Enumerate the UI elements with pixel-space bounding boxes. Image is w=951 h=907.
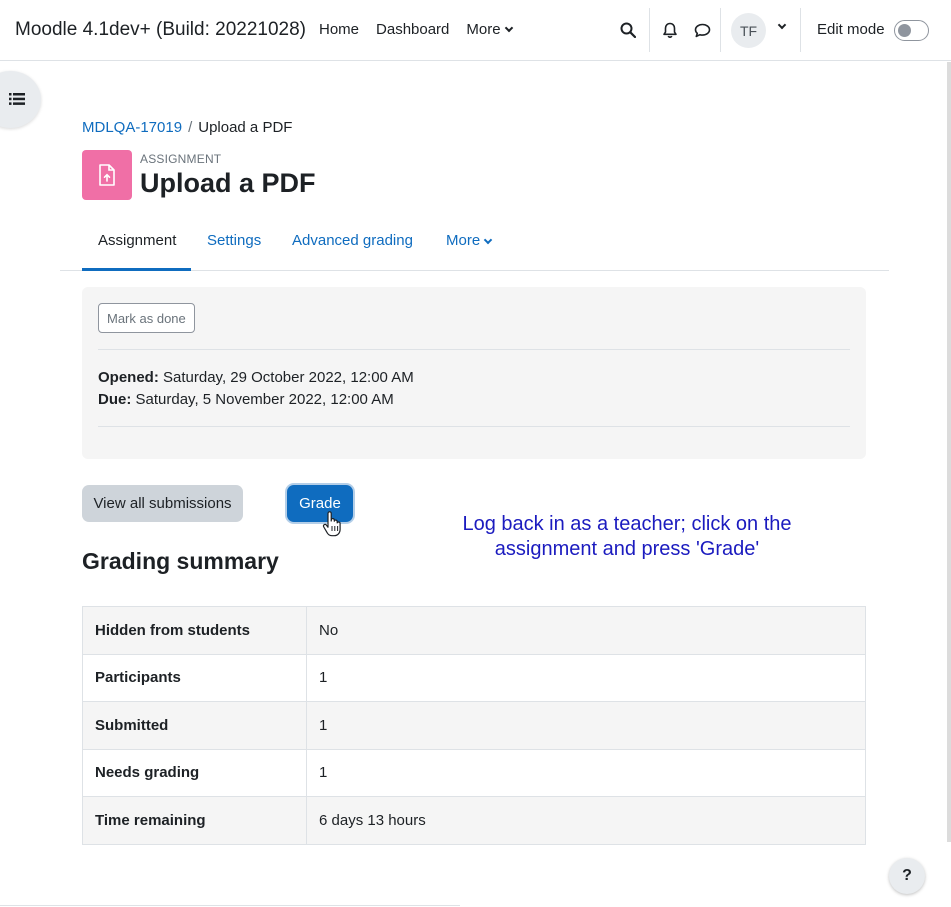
nav-more-menu[interactable]: More [466,21,513,38]
tab-label: Assignment [98,232,177,249]
navbar-divider [649,8,650,52]
row-label: Needs grading [82,748,307,797]
chevron-down-icon [504,23,513,32]
opened-label: Opened: [98,369,159,386]
tab-label: Advanced grading [292,232,413,249]
activity-information: Mark as done Opened: Saturday, 29 Octobe… [82,287,866,459]
assignment-icon [82,150,132,200]
navbar-divider [800,8,801,52]
navbar-divider [720,8,721,52]
due-value: Saturday, 5 November 2022, 12:00 AM [135,391,394,408]
due-date: Due: Saturday, 5 November 2022, 12:00 AM [98,391,394,408]
table-row: Submitted 1 [82,701,866,750]
row-label: Time remaining [82,796,307,845]
tab-label: Settings [207,232,262,249]
course-index-drawer-button[interactable] [0,71,41,128]
tutorial-annotation: Log back in as a teacher; click on the a… [462,513,792,560]
view-all-submissions-button[interactable]: View all submissions [82,485,243,522]
nav-more-label: More [466,21,501,38]
due-label: Due: [98,391,132,408]
opened-date: Opened: Saturday, 29 October 2022, 12:00… [98,369,414,386]
page-title: Upload a PDF [140,168,316,198]
toggle-knob [898,24,911,37]
bell-icon[interactable] [662,22,678,39]
row-value: 1 [306,701,866,750]
row-label: Participants [82,653,307,702]
grading-summary-table: Hidden from students No Participants 1 S… [82,606,866,845]
edit-mode-toggle[interactable] [894,20,929,41]
grading-summary-heading: Grading summary [82,548,279,574]
file-upload-icon [99,164,115,186]
grade-button[interactable]: Grade [287,485,353,522]
mark-as-done-button[interactable]: Mark as done [98,303,195,333]
tab-more[interactable]: More [446,222,493,270]
secondary-navigation: Assignment Settings Advanced grading Mor… [60,222,889,271]
breadcrumb-separator: / [188,119,193,136]
footer-divider [0,905,460,906]
divider [98,349,850,350]
row-label: Submitted [82,701,307,750]
top-navbar: Moodle 4.1dev+ (Build: 20221028) Home Da… [0,0,951,61]
help-button[interactable]: ? [889,858,925,894]
table-row: Time remaining 6 days 13 hours [82,796,866,845]
breadcrumb-course-link[interactable]: MDLQA-17019 [82,119,182,136]
breadcrumb-current: Upload a PDF [198,119,293,136]
page-scrollbar[interactable] [947,62,951,842]
chevron-down-icon [483,235,493,245]
tab-assignment[interactable]: Assignment [82,222,191,271]
table-row: Needs grading 1 [82,748,866,797]
tab-label: More [446,232,481,249]
tab-advanced-grading[interactable]: Advanced grading [292,222,413,270]
row-label: Hidden from students [82,606,307,655]
user-menu-chevron-icon[interactable] [777,20,787,30]
table-row: Hidden from students No [82,606,866,655]
message-icon[interactable] [694,23,711,38]
row-value: 1 [306,653,866,702]
opened-value: Saturday, 29 October 2022, 12:00 AM [163,369,414,386]
search-icon[interactable] [620,22,636,38]
row-value: 1 [306,748,866,797]
breadcrumb: MDLQA-17019 / Upload a PDF [82,119,292,136]
table-row: Participants 1 [82,653,866,702]
list-icon [9,93,25,105]
user-avatar[interactable]: TF [731,13,766,48]
hand-cursor-icon [322,511,341,537]
row-value: No [306,606,866,655]
activity-type-label: ASSIGNMENT [140,152,222,166]
tab-settings[interactable]: Settings [207,222,261,270]
nav-home-link[interactable]: Home [319,21,359,38]
site-brand[interactable]: Moodle 4.1dev+ (Build: 20221028) [15,19,306,41]
primary-navigation: Home Dashboard More [319,21,513,38]
row-value: 6 days 13 hours [306,796,866,845]
divider [98,426,850,427]
edit-mode-label: Edit mode [817,21,885,38]
nav-dashboard-link[interactable]: Dashboard [376,21,449,38]
